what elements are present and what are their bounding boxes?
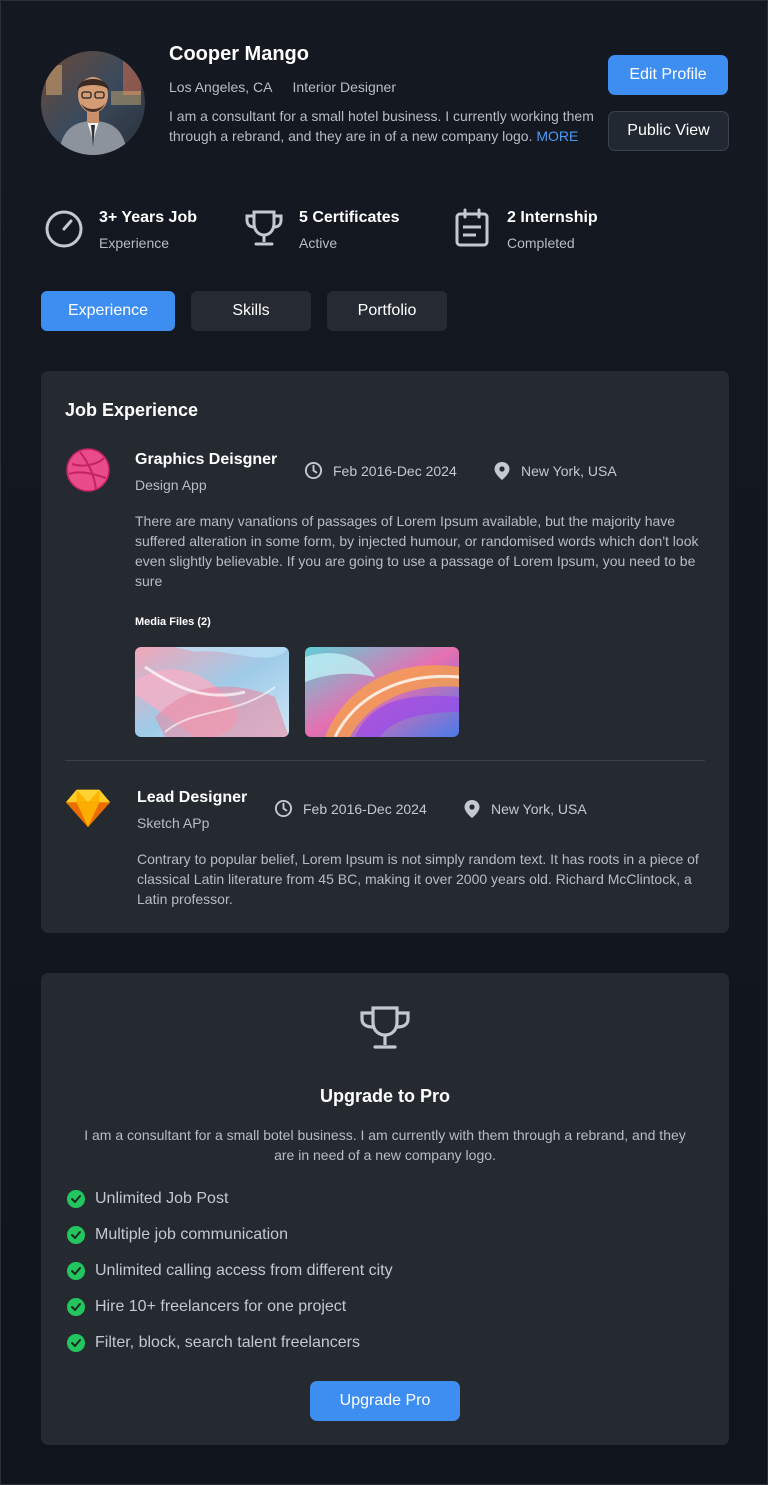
check-circle-icon bbox=[67, 1334, 85, 1352]
card-title: Job Experience bbox=[65, 400, 199, 420]
upgrade-pro-card: Upgrade to Pro I am a consultant for a s… bbox=[41, 973, 729, 1445]
tab-portfolio[interactable]: Portfolio bbox=[327, 291, 447, 331]
pro-description: I am a consultant for a small botel busi… bbox=[84, 1127, 686, 1163]
media-thumbnail[interactable] bbox=[305, 647, 459, 737]
job-company: Design App bbox=[135, 477, 207, 493]
job-location-text: New York, USA bbox=[521, 463, 617, 479]
stat-title: 2 Internship bbox=[507, 209, 598, 226]
check-circle-icon bbox=[67, 1226, 85, 1244]
profile-role: Interior Designer bbox=[292, 79, 397, 95]
calendar-note-icon bbox=[449, 205, 495, 251]
feature-label: Multiple job communication bbox=[95, 1226, 288, 1243]
stat-title: 3+ Years Job bbox=[99, 209, 197, 226]
stat-certificates: 5 Certificates Active bbox=[241, 205, 400, 251]
tab-experience[interactable]: Experience bbox=[41, 291, 175, 331]
check-circle-icon bbox=[67, 1190, 85, 1208]
job-dates: Feb 2016-Dec 2024 bbox=[304, 461, 457, 480]
profile-meta: Los Angeles, CA Interior Designer bbox=[169, 79, 396, 95]
feature-label: Unlimited calling access from different … bbox=[95, 1262, 393, 1279]
job-company: Sketch APp bbox=[137, 815, 210, 831]
job-location-text: New York, USA bbox=[491, 801, 587, 817]
trophy-icon bbox=[357, 1003, 413, 1053]
feature-item: Unlimited Job Post bbox=[67, 1190, 228, 1208]
tab-skills[interactable]: Skills bbox=[191, 291, 311, 331]
feature-item: Hire 10+ freelancers for one project bbox=[67, 1298, 346, 1316]
stat-subtitle: Experience bbox=[99, 235, 170, 251]
dribbble-icon bbox=[65, 447, 111, 493]
clock-icon bbox=[274, 799, 293, 818]
pro-title: Upgrade to Pro bbox=[319, 1086, 450, 1106]
job-dates: Feb 2016-Dec 2024 bbox=[274, 799, 427, 818]
avatar[interactable] bbox=[41, 51, 145, 155]
edit-profile-button[interactable]: Edit Profile bbox=[608, 55, 728, 95]
job-location: New York, USA bbox=[493, 461, 617, 481]
feature-label: Filter, block, search talent freelancers bbox=[95, 1334, 361, 1351]
feature-label: Unlimited Job Post bbox=[95, 1190, 229, 1207]
job-dates-text: Feb 2016-Dec 2024 bbox=[303, 800, 427, 817]
media-files-label: Media Files (2) bbox=[135, 616, 211, 628]
profile-bio: I am a consultant for a small hotel busi… bbox=[169, 106, 599, 146]
profile-name: Cooper Mango bbox=[169, 43, 309, 65]
check-circle-icon bbox=[67, 1262, 85, 1280]
stat-subtitle: Active bbox=[299, 235, 338, 251]
job-location: New York, USA bbox=[463, 799, 587, 819]
clock-icon bbox=[304, 461, 323, 480]
media-thumbnail[interactable] bbox=[135, 647, 289, 737]
location-pin-icon bbox=[494, 462, 510, 480]
public-view-button[interactable]: Public View bbox=[608, 111, 729, 151]
location-pin-icon bbox=[464, 800, 480, 818]
profile-bio-text: I am a consultant for a small hotel busi… bbox=[169, 108, 594, 144]
feature-item: Unlimited calling access from different … bbox=[67, 1262, 393, 1280]
trophy-icon bbox=[241, 205, 287, 251]
job-title: Graphics Deisgner bbox=[135, 451, 278, 468]
upgrade-pro-button[interactable]: Upgrade Pro bbox=[310, 1381, 460, 1421]
profile-page: Cooper Mango Los Angeles, CA Interior De… bbox=[0, 0, 768, 1485]
stat-subtitle: Completed bbox=[507, 235, 575, 251]
job-title: Lead Designer bbox=[137, 789, 248, 806]
timer-icon bbox=[41, 205, 87, 251]
job-description: There are many vanations of passages of … bbox=[135, 513, 699, 589]
feature-item: Filter, block, search talent freelancers bbox=[67, 1334, 360, 1352]
job-dates-text: Feb 2016-Dec 2024 bbox=[333, 462, 457, 479]
profile-location: Los Angeles, CA bbox=[169, 79, 273, 95]
stat-experience: 3+ Years Job Experience bbox=[41, 205, 197, 251]
stat-title: 5 Certificates bbox=[299, 209, 400, 226]
more-link[interactable]: MORE bbox=[536, 128, 578, 144]
stat-internship: 2 Internship Completed bbox=[449, 205, 598, 251]
job-description: Contrary to popular belief, Lorem Ipsum … bbox=[137, 851, 699, 907]
job-experience-card: Job Experience Graphics Deisgner Design … bbox=[41, 371, 729, 933]
sketch-icon bbox=[65, 785, 111, 831]
divider bbox=[65, 760, 705, 761]
feature-label: Hire 10+ freelancers for one project bbox=[95, 1298, 347, 1315]
check-circle-icon bbox=[67, 1298, 85, 1316]
feature-item: Multiple job communication bbox=[67, 1226, 288, 1244]
